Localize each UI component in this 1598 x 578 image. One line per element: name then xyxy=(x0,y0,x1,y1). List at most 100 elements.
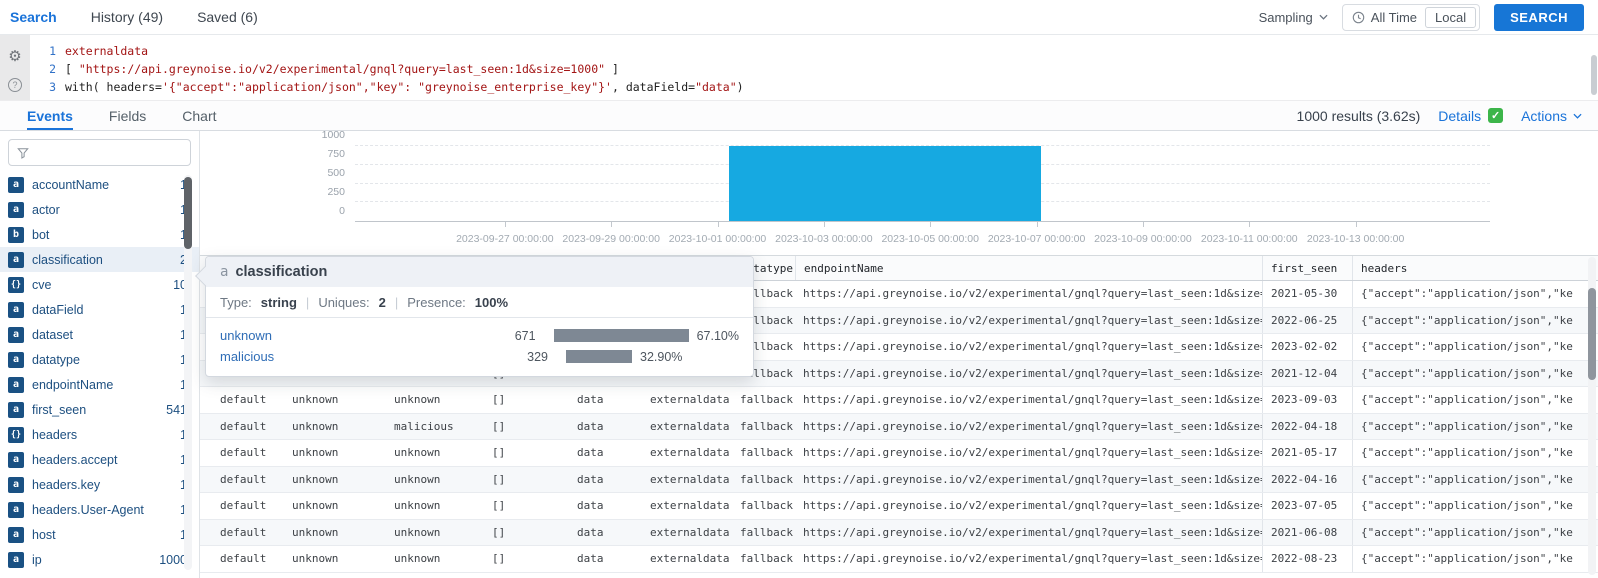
tab-events[interactable]: Events xyxy=(27,101,73,130)
help-icon[interactable]: ? xyxy=(8,78,22,92)
table-row[interactable]: defaultunknownunknown[]dataexternaldataf… xyxy=(200,440,1598,467)
tab-fields[interactable]: Fields xyxy=(109,101,146,130)
x-tick-label: 2023-10-13 00:00:00 xyxy=(1307,233,1405,245)
field-name: headers.accept xyxy=(32,453,172,467)
search-button[interactable]: SEARCH xyxy=(1494,4,1584,31)
cell-datafield: data xyxy=(569,440,642,466)
cell-headers: {"accept":"application/json","ke xyxy=(1352,493,1598,519)
actions-label: Actions xyxy=(1521,108,1567,124)
table-row[interactable]: defaultunknownmalicious[]dataexternaldat… xyxy=(200,414,1598,441)
column-header-endpointname[interactable]: endpointName xyxy=(795,256,1262,280)
string-type-icon: a xyxy=(8,327,24,343)
y-tick-label: 500 xyxy=(327,167,345,179)
field-row-endpointname[interactable]: aendpointName1 xyxy=(0,372,199,397)
cell-classification: unknown xyxy=(386,520,484,546)
line-number: 3 xyxy=(30,78,56,96)
top-bar-right: Sampling All Time Local SEARCH xyxy=(1259,4,1598,31)
cell-first-seen: 2022-08-23 xyxy=(1262,546,1352,572)
field-filter-input[interactable] xyxy=(35,146,182,160)
field-row-accountname[interactable]: aaccountName1 xyxy=(0,172,199,197)
filter-funnel-icon xyxy=(17,147,29,159)
string-type-icon: a xyxy=(8,502,24,518)
cell-headers: {"accept":"application/json","ke xyxy=(1352,387,1598,413)
table-row[interactable]: defaultunknownunknown[]dataexternaldataf… xyxy=(200,520,1598,547)
cell-classification: unknown xyxy=(386,493,484,519)
field-row-actor[interactable]: aactor1 xyxy=(0,197,199,222)
x-tick-mark xyxy=(611,222,612,227)
cell-endpointname: https://api.greynoise.io/v2/experimental… xyxy=(795,387,1262,413)
app-window: Search History (49) Saved (6) Sampling All… xyxy=(0,0,1598,578)
field-row-headers-accept[interactable]: aheaders.accept1 xyxy=(0,447,199,472)
popup-title: a classification xyxy=(206,257,753,287)
query-editor[interactable]: ⚙ ? 1externaldata2[ "https://api.greynoi… xyxy=(0,35,1598,101)
field-row-classification[interactable]: aclassification2 xyxy=(0,247,199,272)
table-scrollbar-thumb[interactable] xyxy=(1588,288,1596,380)
code-line-1[interactable]: 1externaldata xyxy=(30,42,1598,60)
settings-gear-icon[interactable]: ⚙ xyxy=(8,49,21,64)
sidebar-scrollbar-thumb[interactable] xyxy=(184,177,192,249)
field-row-headers[interactable]: {}headers1 xyxy=(0,422,199,447)
cell-accountname: default xyxy=(212,387,284,413)
time-range-button[interactable]: All Time xyxy=(1352,10,1417,25)
field-row-dataset[interactable]: adataset1 xyxy=(0,322,199,347)
histogram-plot[interactable] xyxy=(355,146,1490,222)
nav-item-history-49-[interactable]: History (49) xyxy=(91,9,163,25)
value-count: 329 xyxy=(506,350,548,364)
table-row[interactable]: defaultunknownunknown[]dataexternaldataf… xyxy=(200,467,1598,494)
x-tick-mark xyxy=(824,222,825,227)
value-link-unknown[interactable]: unknown xyxy=(220,328,495,343)
string-type-icon: a xyxy=(220,264,228,280)
cell-headers: {"accept":"application/json","ke xyxy=(1352,361,1598,387)
popup-value-row: malicious32932.90% xyxy=(220,346,739,367)
field-row-datafield[interactable]: adataField1 xyxy=(0,297,199,322)
histogram-bar[interactable] xyxy=(729,146,1041,221)
details-checkbox-icon[interactable]: ✓ xyxy=(1488,108,1503,123)
code-string: "https://api.greynoise.io/v2/experimenta… xyxy=(79,62,605,76)
x-tick-label: 2023-10-11 00:00:00 xyxy=(1201,233,1298,245)
popup-value-histogram: unknown67167.10%malicious32932.90% xyxy=(206,318,753,376)
nav-item-search[interactable]: Search xyxy=(10,9,57,25)
cell-cve: [] xyxy=(484,467,569,493)
field-name: actor xyxy=(32,203,172,217)
results-bar-right: 1000 results (3.62s) Details ✓ Actions xyxy=(1297,108,1598,124)
cell-datatype: fallback xyxy=(732,387,795,413)
cell-datatype: fallback xyxy=(732,467,795,493)
field-row-headers-user-agent[interactable]: aheaders.User-Agent1 xyxy=(0,497,199,522)
actions-dropdown[interactable]: Actions xyxy=(1521,108,1582,124)
cell-cve: [] xyxy=(484,493,569,519)
field-name: datatype xyxy=(32,353,172,367)
value-link-malicious[interactable]: malicious xyxy=(220,349,506,364)
x-tick-label: 2023-10-01 00:00:00 xyxy=(669,233,767,245)
x-tick-mark xyxy=(1037,222,1038,227)
table-row[interactable]: defaultunknownunknown[]dataexternaldataf… xyxy=(200,546,1598,573)
field-row-first-seen[interactable]: afirst_seen541 xyxy=(0,397,199,422)
popup-field-name: classification xyxy=(235,264,327,280)
page-scrollbar-thumb[interactable] xyxy=(1591,55,1597,95)
cell-endpointname: https://api.greynoise.io/v2/experimental… xyxy=(795,440,1262,466)
field-row-cve[interactable]: {}cve10 xyxy=(0,272,199,297)
table-row[interactable]: defaultunknownunknown[]dataexternaldataf… xyxy=(200,387,1598,414)
field-name: classification xyxy=(32,253,172,267)
cell-headers: {"accept":"application/json","ke xyxy=(1352,467,1598,493)
cell-cve: [] xyxy=(484,414,569,440)
query-code[interactable]: 1externaldata2[ "https://api.greynoise.i… xyxy=(30,35,1598,100)
column-header-headers[interactable]: headers xyxy=(1352,256,1598,280)
field-row-headers-key[interactable]: aheaders.key1 xyxy=(0,472,199,497)
code-line-2[interactable]: 2[ "https://api.greynoise.io/v2/experime… xyxy=(30,60,1598,78)
details-toggle[interactable]: Details ✓ xyxy=(1438,108,1503,124)
cell-datafield: data xyxy=(569,467,642,493)
nav-item-saved-6-[interactable]: Saved (6) xyxy=(197,9,258,25)
table-row[interactable]: defaultunknownunknown[]dataexternaldataf… xyxy=(200,493,1598,520)
code-text: ] xyxy=(605,62,619,76)
boolean-type-icon: b xyxy=(8,227,24,243)
cell-cve: [] xyxy=(484,440,569,466)
field-row-bot[interactable]: bbot1 xyxy=(0,222,199,247)
code-line-3[interactable]: 3with( headers='{"accept":"application/j… xyxy=(30,78,1598,96)
field-row-host[interactable]: ahost1 xyxy=(0,522,199,547)
field-row-ip[interactable]: aip1000 xyxy=(0,547,199,572)
local-timezone-button[interactable]: Local xyxy=(1425,7,1476,28)
column-header-first-seen[interactable]: first_seen xyxy=(1262,256,1352,280)
field-row-datatype[interactable]: adatatype1 xyxy=(0,347,199,372)
tab-chart[interactable]: Chart xyxy=(182,101,216,130)
sampling-dropdown[interactable]: Sampling xyxy=(1259,10,1328,25)
